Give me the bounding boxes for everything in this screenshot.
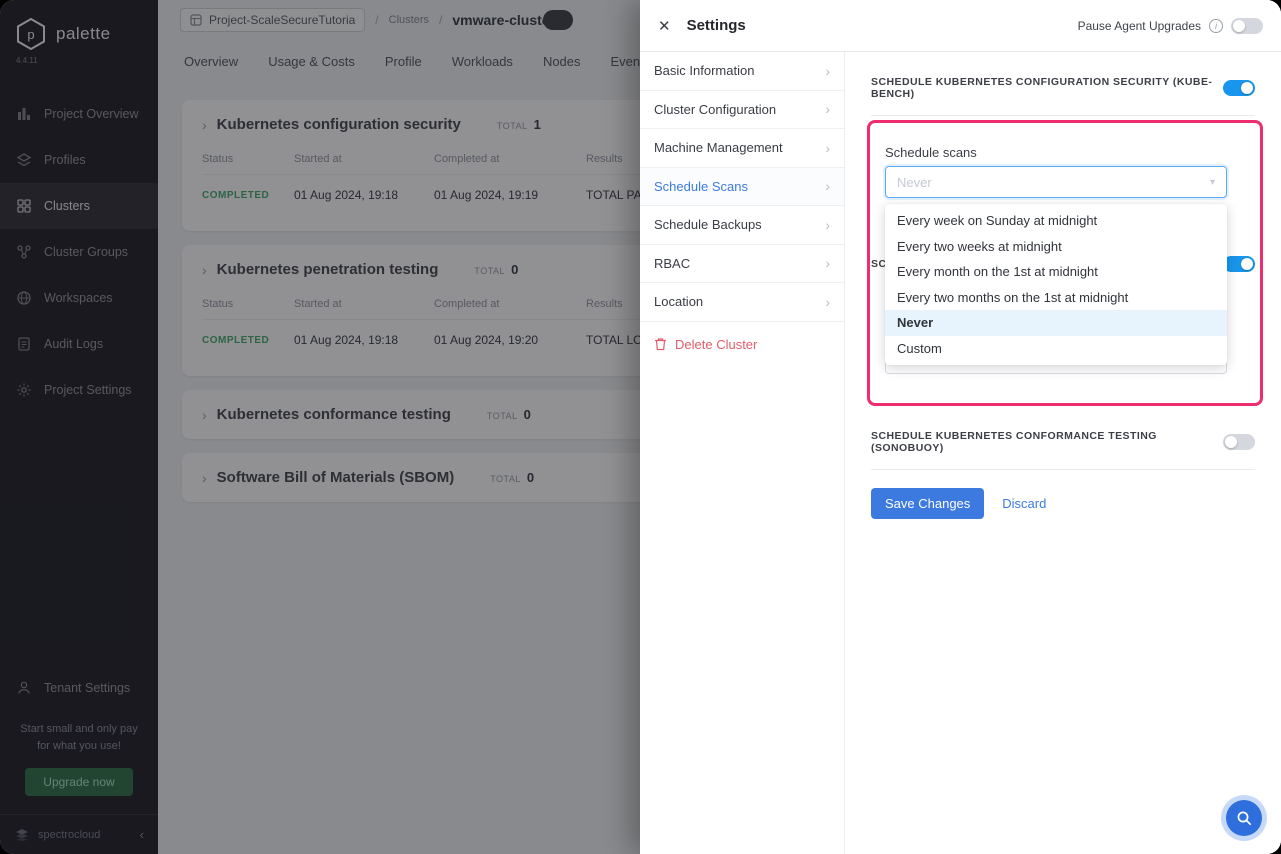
chevron-right-icon: › [825, 101, 830, 117]
delete-cluster-button[interactable]: Delete Cluster [640, 322, 844, 367]
close-icon[interactable]: ✕ [658, 17, 671, 35]
settings-body: Basic Information › Cluster Configuratio… [640, 52, 1281, 854]
dropdown-option[interactable]: Every two months on the 1st at midnight [885, 285, 1227, 311]
schedule-select[interactable]: Never ▾ [885, 166, 1227, 198]
dropdown-option-selected[interactable]: Never [885, 310, 1227, 336]
settings-title: Settings [687, 17, 746, 34]
select-placeholder: Never [897, 175, 932, 190]
save-changes-button[interactable]: Save Changes [871, 488, 984, 519]
app-window: p palette 4.4.11 Project Overview Profil… [0, 0, 1281, 854]
pause-agent-upgrades: Pause Agent Upgrades i [1078, 18, 1263, 34]
chevron-right-icon: › [825, 294, 830, 310]
pause-agent-label: Pause Agent Upgrades [1078, 19, 1201, 33]
chevron-right-icon: › [825, 178, 830, 194]
kubebench-label: SCHEDULE KUBERNETES CONFIGURATION SECURI… [871, 76, 1223, 100]
settings-header: ✕ Settings Pause Agent Upgrades i [640, 0, 1281, 52]
chevron-right-icon: › [825, 217, 830, 233]
sonobuoy-setting-row: SCHEDULE KUBERNETES CONFORMANCE TESTING … [871, 430, 1255, 470]
modal-overlay[interactable] [0, 0, 640, 854]
sonobuoy-label: SCHEDULE KUBERNETES CONFORMANCE TESTING … [871, 430, 1223, 454]
dropdown-option[interactable]: Every week on Sunday at midnight [885, 208, 1227, 234]
pause-agent-toggle[interactable] [1231, 18, 1263, 34]
settings-drawer: ✕ Settings Pause Agent Upgrades i Basic … [640, 0, 1281, 854]
info-icon[interactable]: i [1209, 19, 1223, 33]
nav-basic-information[interactable]: Basic Information › [640, 52, 844, 91]
chevron-right-icon: › [825, 63, 830, 79]
nav-rbac[interactable]: RBAC › [640, 245, 844, 284]
dropdown-option[interactable]: Every month on the 1st at midnight [885, 259, 1227, 285]
trash-icon [654, 337, 667, 351]
nav-cluster-configuration[interactable]: Cluster Configuration › [640, 91, 844, 130]
nav-location[interactable]: Location › [640, 283, 844, 322]
help-search-button[interactable] [1226, 800, 1262, 836]
schedule-scans-panel: SCHEDULE KUBERNETES CONFIGURATION SECURI… [845, 52, 1281, 854]
kubebench-setting-row: SCHEDULE KUBERNETES CONFIGURATION SECURI… [871, 76, 1255, 116]
form-actions: Save Changes Discard [871, 488, 1046, 519]
schedule-dropdown: Every week on Sunday at midnight Every t… [885, 204, 1227, 365]
settings-nav: Basic Information › Cluster Configuratio… [640, 52, 845, 854]
delete-cluster-label: Delete Cluster [675, 337, 757, 352]
nav-machine-management[interactable]: Machine Management › [640, 129, 844, 168]
chevron-right-icon: › [825, 255, 830, 271]
sonobuoy-toggle[interactable] [1223, 434, 1255, 450]
kubebench-toggle[interactable] [1223, 80, 1255, 96]
dropdown-option[interactable]: Every two weeks at midnight [885, 234, 1227, 260]
penetration-toggle[interactable] [1223, 256, 1255, 272]
dropdown-option[interactable]: Custom [885, 336, 1227, 362]
discard-button[interactable]: Discard [1002, 496, 1046, 511]
chevron-right-icon: › [825, 140, 830, 156]
schedule-scans-label: Schedule scans [885, 145, 977, 160]
search-icon [1236, 810, 1253, 827]
nav-schedule-scans[interactable]: Schedule Scans › [640, 168, 844, 207]
nav-schedule-backups[interactable]: Schedule Backups › [640, 206, 844, 245]
caret-down-icon: ▾ [1210, 177, 1215, 188]
